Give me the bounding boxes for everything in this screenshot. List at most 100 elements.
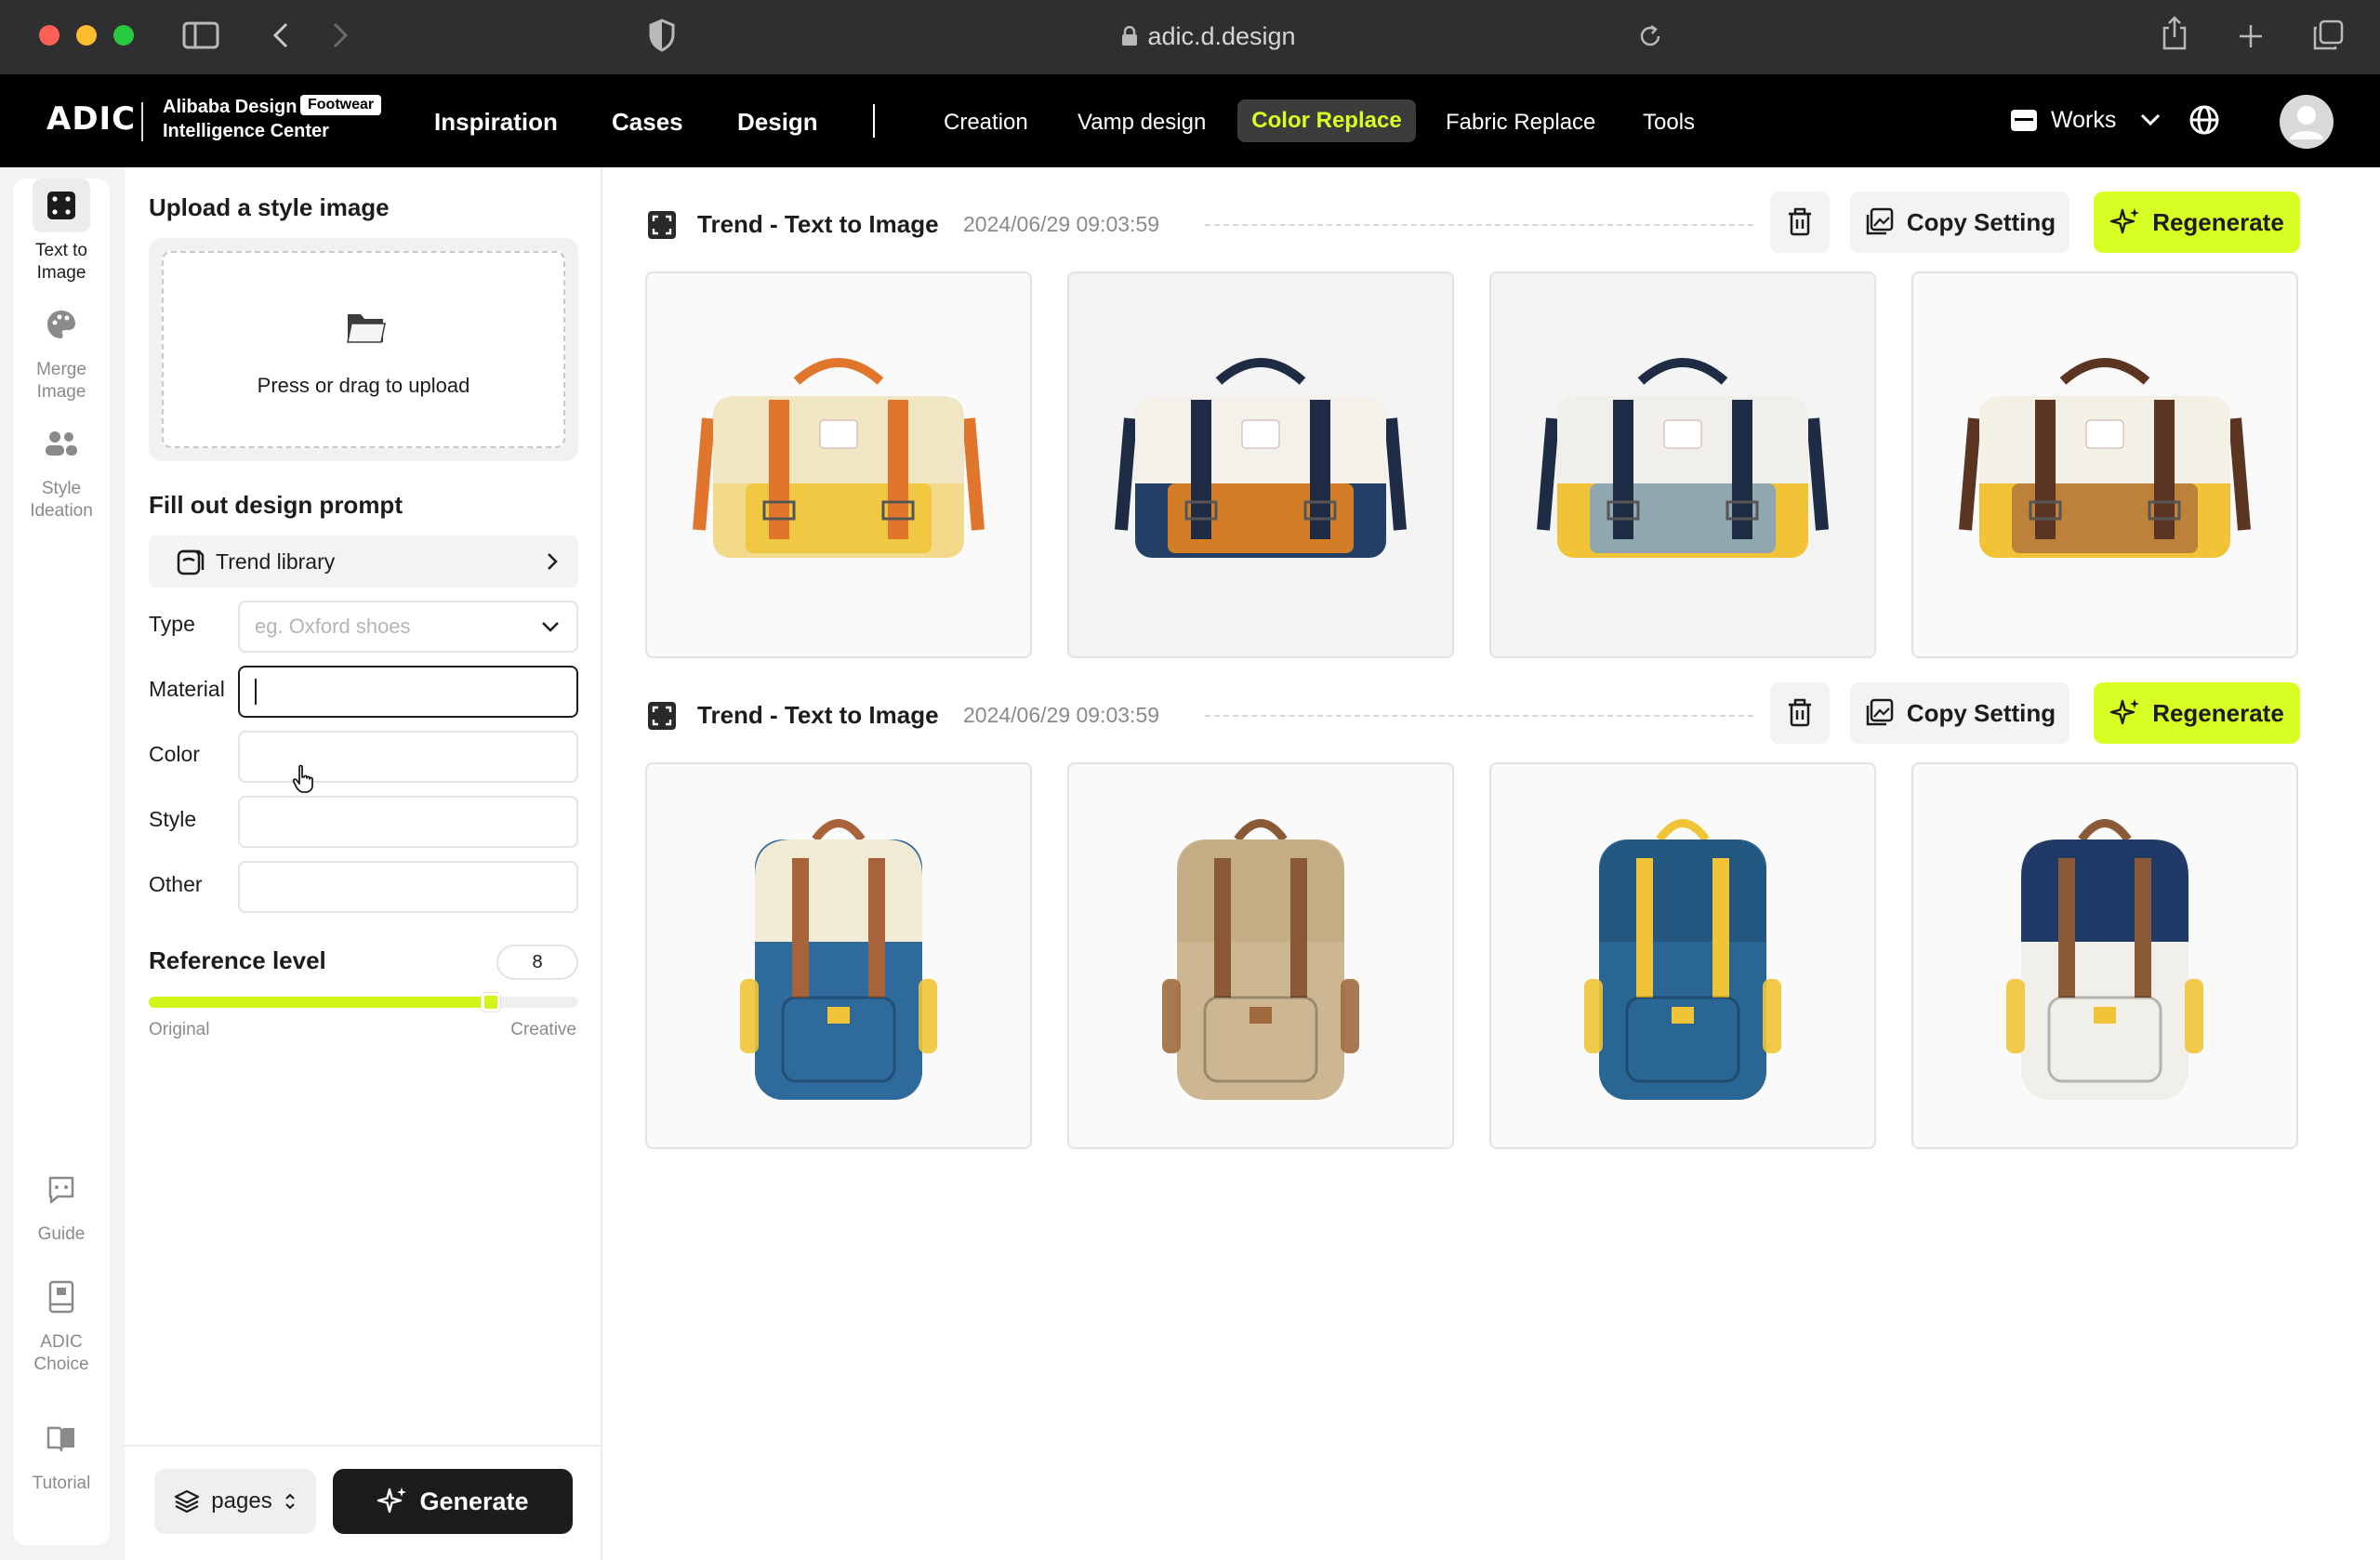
messenger-bag-image [1959,358,2251,558]
up-down-chevron-icon [284,1493,295,1510]
style-input[interactable] [238,796,578,848]
back-arrow-icon[interactable] [270,20,292,50]
copy-setting-button[interactable]: Copy Setting [1850,682,2069,744]
slider-thumb[interactable] [481,993,500,1011]
nav-cases[interactable]: Cases [612,108,683,137]
avatar[interactable] [2280,95,2334,149]
generated-image[interactable] [1067,762,1454,1149]
chevron-right-icon [548,553,558,570]
nav-inspiration[interactable]: Inspiration [434,108,558,137]
rail-item-adic-choice[interactable]: ADIC Choice [13,1270,110,1376]
works-dropdown[interactable]: Works [2010,104,2220,136]
copy-image-icon [1866,698,1894,726]
upload-area: Press or drag to upload [149,238,578,461]
nav-vamp-design[interactable]: Vamp design [1078,110,1206,136]
nav-color-replace[interactable]: Color Replace [1237,99,1416,142]
sparkle-icon [2109,699,2140,725]
delete-button[interactable] [1770,682,1830,744]
trend-library-button[interactable]: Trend library [149,535,578,588]
copy-setting-label: Copy Setting [1906,698,2056,727]
rail-item-guide[interactable]: Guide [13,1162,110,1246]
reload-icon[interactable] [1636,22,1664,50]
nav-divider [873,104,875,138]
dice-icon [47,192,75,219]
rail-item-tutorial[interactable]: Tutorial [13,1411,110,1495]
result-group-header: Trend - Text to Image 2024/06/29 09:03:5… [647,192,2300,253]
backpack-image [2006,819,2203,1100]
gallery-icon [177,549,205,575]
expand-icon[interactable] [647,701,677,731]
reference-level-value[interactable]: 8 [496,945,578,980]
tab-overview-icon[interactable] [2311,19,2345,52]
regenerate-button[interactable]: Regenerate [2094,192,2300,253]
backpack-image [740,819,937,1100]
chevron-down-icon [542,622,559,632]
globe-icon[interactable] [2188,104,2220,136]
nav-design[interactable]: Design [737,108,818,137]
divider-line [1205,224,1753,226]
rail-label: Choice [33,1355,89,1374]
pages-selector[interactable]: pages [154,1469,316,1534]
address-bar[interactable]: adic.d.design [1097,20,1320,52]
divider-line [1205,715,1753,717]
slider-min-label: Original [149,1020,210,1039]
copy-setting-button[interactable]: Copy Setting [1850,192,2069,253]
chat-bot-icon [48,1176,74,1204]
sidebar-toggle-icon[interactable] [182,20,219,50]
rail-label: Guide [37,1224,86,1244]
upload-dropzone[interactable]: Press or drag to upload [162,251,565,448]
folder-icon [2011,110,2037,131]
color-input[interactable] [238,731,578,783]
regenerate-button[interactable]: Regenerate [2094,682,2300,744]
tool-rail: Text to Image Merge Image Style Ideation… [0,167,125,1560]
slider-fill [149,997,487,1008]
copy-image-icon [1866,207,1894,235]
generated-image[interactable] [645,762,1032,1149]
rail-label: Text to [35,241,87,260]
tool-rail-card: Text to Image Merge Image Style Ideation… [13,178,110,1545]
adic-logo[interactable]: ADIC [46,100,136,138]
browser-toolbar: adic.d.design [0,0,2380,74]
generated-image[interactable] [1489,271,1876,658]
generated-image[interactable] [1489,762,1876,1149]
generate-label: Generate [419,1487,529,1515]
rail-item-merge-image[interactable]: Merge Image [13,297,110,403]
reference-level-slider[interactable] [149,993,578,1011]
copy-setting-label: Copy Setting [1906,207,2056,236]
nav-tools[interactable]: Tools [1643,110,1695,136]
generated-image[interactable] [1911,271,2298,658]
nav-creation[interactable]: Creation [944,110,1028,136]
logo-divider [141,102,143,141]
generated-image[interactable] [645,271,1032,658]
pages-label: pages [211,1488,272,1514]
trend-library-label: Trend library [216,549,336,574]
nav-fabric-replace[interactable]: Fabric Replace [1446,110,1595,136]
material-input[interactable] [238,666,578,718]
other-input[interactable] [238,861,578,913]
forward-arrow-icon[interactable] [329,20,351,50]
type-select[interactable]: eg. Oxford shoes [238,601,578,653]
folder-open-icon [347,314,386,343]
expand-icon[interactable] [647,210,677,240]
maximize-window-button[interactable] [113,25,134,46]
prompt-heading: Fill out design prompt [149,491,403,519]
messenger-bag-image [1115,358,1407,558]
text-caret [255,679,257,705]
generated-image[interactable] [1911,762,2298,1149]
close-window-button[interactable] [39,25,60,46]
style-label: Style [149,807,197,831]
share-icon[interactable] [2161,15,2188,52]
lock-icon [1122,26,1138,46]
new-tab-icon[interactable] [2237,22,2265,50]
backpack-image [1584,819,1781,1100]
generate-button[interactable]: Generate [333,1469,573,1534]
rail-label: Image [36,263,86,283]
delete-button[interactable] [1770,192,1830,253]
type-placeholder: eg. Oxford shoes [255,615,411,638]
rail-item-text-to-image[interactable]: Text to Image [13,178,110,284]
generated-image[interactable] [1067,271,1454,658]
result-group-header: Trend - Text to Image 2024/06/29 09:03:5… [647,682,2300,744]
shield-icon[interactable] [649,19,675,52]
minimize-window-button[interactable] [76,25,97,46]
rail-item-style-ideation[interactable]: Style Ideation [13,416,110,522]
